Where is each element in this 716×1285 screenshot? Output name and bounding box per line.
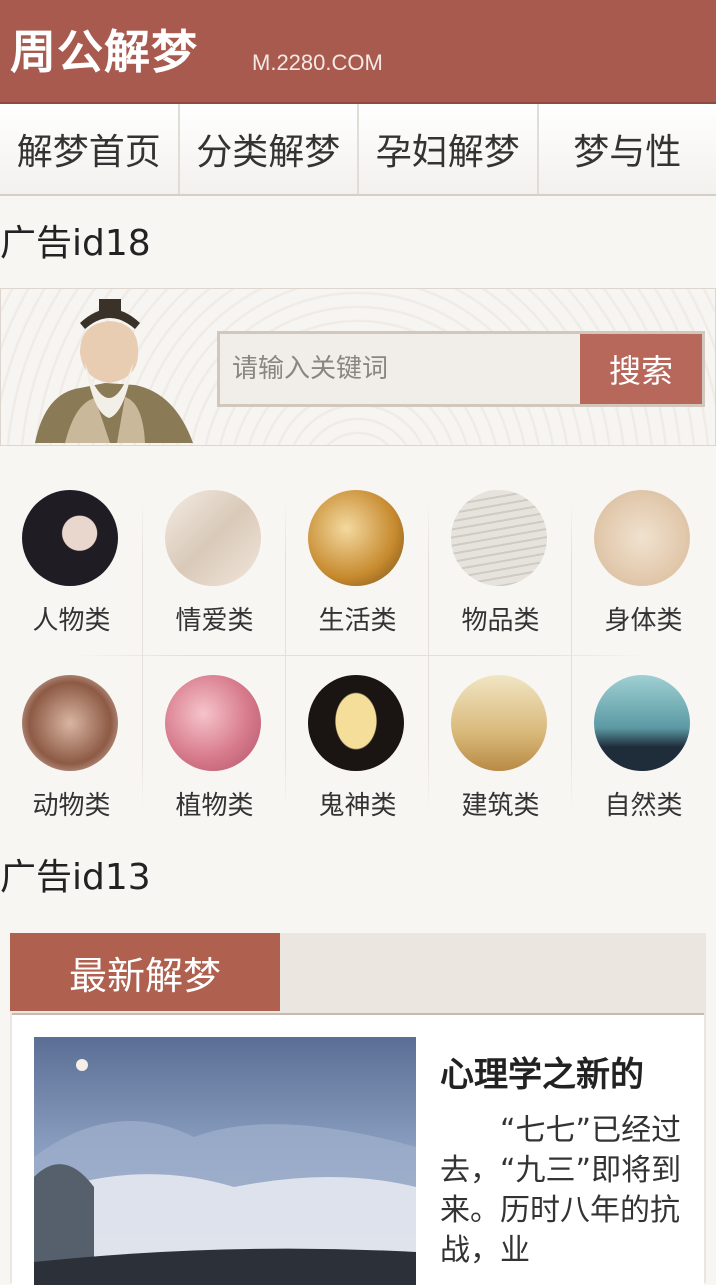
nature-icon [594, 675, 690, 771]
latest-article-card[interactable]: 心理学之新的 “七七”已经过去，“九三”即将到来。历时八年的抗战，业 [12, 1013, 704, 1285]
building-icon [451, 675, 547, 771]
search-box: 搜索 [217, 331, 705, 407]
category-label: 身体类 [572, 600, 715, 637]
category-body[interactable]: 身体类 [572, 470, 715, 655]
sage-illustration [25, 293, 199, 443]
main-nav: 解梦首页 分类解梦 孕妇解梦 梦与性 [0, 104, 716, 196]
category-grid: 人物类 情爱类 生活类 物品类 身体类 动物类 植物类 鬼神类 建筑类 自然类 [0, 470, 716, 840]
category-label: 人物类 [0, 600, 143, 637]
article-excerpt: “七七”已经过去，“九三”即将到来。历时八年的抗战，业 [440, 1111, 690, 1271]
category-label: 情爱类 [143, 600, 286, 637]
site-domain: M.2280.COM [252, 48, 383, 78]
category-object[interactable]: 物品类 [429, 470, 572, 655]
object-icon [451, 490, 547, 586]
category-nature[interactable]: 自然类 [572, 655, 715, 840]
nav-item-pregnant[interactable]: 孕妇解梦 [359, 104, 539, 194]
animal-icon [22, 675, 118, 771]
category-label: 植物类 [143, 785, 286, 822]
life-icon [308, 490, 404, 586]
category-label: 自然类 [572, 785, 715, 822]
ghost-icon [308, 675, 404, 771]
search-banner: 搜索 [0, 288, 716, 446]
search-input[interactable] [220, 334, 582, 404]
search-button[interactable]: 搜索 [580, 334, 702, 404]
category-label: 建筑类 [429, 785, 572, 822]
plant-icon [165, 675, 261, 771]
category-label: 鬼神类 [286, 785, 429, 822]
category-animal[interactable]: 动物类 [0, 655, 143, 840]
article-thumbnail[interactable] [34, 1037, 416, 1285]
latest-panel: 最新解梦 心理学之新的 “七七”已经过去，“九三”即将到来。历时八年的抗战，业 [10, 933, 706, 1283]
site-logo[interactable]: 周公解梦 [10, 24, 198, 80]
category-love[interactable]: 情爱类 [143, 470, 286, 655]
site-header: 周公解梦 M.2280.COM [0, 0, 716, 104]
ad-slot-middle: 广告id13 [0, 856, 151, 900]
category-ghost[interactable]: 鬼神类 [286, 655, 429, 840]
category-label: 物品类 [429, 600, 572, 637]
category-label: 动物类 [0, 785, 143, 822]
nav-item-home[interactable]: 解梦首页 [0, 104, 180, 194]
body-icon [594, 490, 690, 586]
category-plant[interactable]: 植物类 [143, 655, 286, 840]
article-title[interactable]: 心理学之新的 [440, 1051, 700, 1099]
ad-slot-top: 广告id18 [0, 222, 151, 266]
nav-item-category[interactable]: 分类解梦 [180, 104, 360, 194]
love-icon [165, 490, 261, 586]
category-life[interactable]: 生活类 [286, 470, 429, 655]
category-building[interactable]: 建筑类 [429, 655, 572, 840]
category-label: 生活类 [286, 600, 429, 637]
nav-item-sex[interactable]: 梦与性 [539, 104, 716, 194]
category-person[interactable]: 人物类 [0, 470, 143, 655]
tab-latest[interactable]: 最新解梦 [10, 933, 280, 1011]
person-icon [22, 490, 118, 586]
